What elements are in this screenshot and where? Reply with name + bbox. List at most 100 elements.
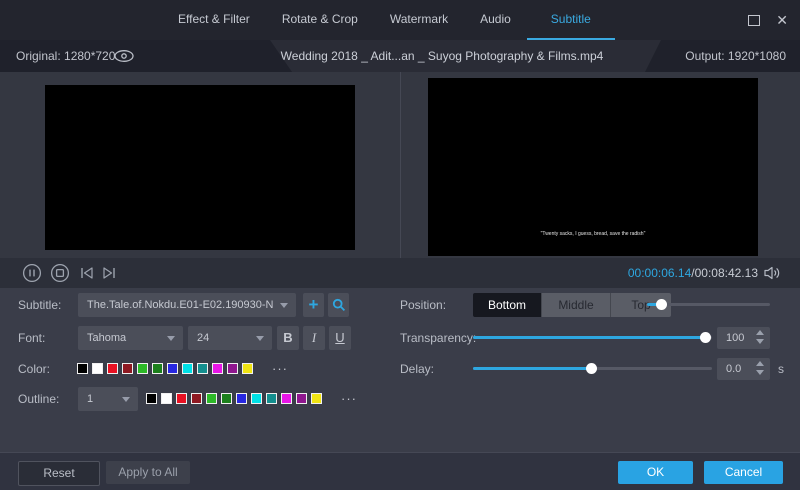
color-swatch[interactable] <box>212 363 223 374</box>
outline-size-dropdown[interactable]: 1 <box>78 387 138 411</box>
outline-size-value: 1 <box>87 387 116 411</box>
preview-divider <box>400 72 401 258</box>
current-time: 00:00:06.14 <box>628 266 691 280</box>
transparency-slider-thumb[interactable] <box>700 332 711 343</box>
color-swatch[interactable] <box>242 363 253 374</box>
window-controls: ✕ <box>748 0 788 40</box>
color-swatch[interactable] <box>191 393 202 404</box>
volume-icon[interactable] <box>763 265 781 281</box>
original-resolution-badge: Original: 1280*720 <box>0 40 292 72</box>
delay-spinner <box>756 361 764 375</box>
color-swatch[interactable] <box>182 363 193 374</box>
timecode: 00:00:06.14/00:08:42.13 <box>588 258 758 288</box>
ok-button[interactable]: OK <box>618 461 693 484</box>
pause-button-icon[interactable] <box>22 263 42 283</box>
color-swatch-row <box>77 363 253 374</box>
tab-subtitle[interactable]: Subtitle <box>527 0 615 40</box>
color-swatch[interactable] <box>227 363 238 374</box>
playback-bar: 00:00:06.14/00:08:42.13 <box>0 258 800 288</box>
delay-input[interactable]: 0.0 <box>717 358 770 380</box>
output-resolution-badge: Output: 1920*1080 <box>645 40 800 72</box>
color-swatch[interactable] <box>221 393 232 404</box>
color-swatch[interactable] <box>167 363 178 374</box>
color-swatch[interactable] <box>107 363 118 374</box>
previous-frame-icon[interactable] <box>79 266 95 280</box>
tab-watermark[interactable]: Watermark <box>374 0 464 40</box>
tab-audio[interactable]: Audio <box>464 0 527 40</box>
stop-button-icon[interactable] <box>50 263 70 283</box>
position-option-bottom[interactable]: Bottom <box>473 293 541 317</box>
delay-slider-thumb[interactable] <box>586 363 597 374</box>
font-label: Font: <box>18 326 45 350</box>
delay-slider-fill <box>473 367 592 370</box>
maximize-icon[interactable] <box>748 15 760 26</box>
color-swatch[interactable] <box>197 363 208 374</box>
tab-bar: Effect & FilterRotate & CropWatermarkAud… <box>162 0 615 40</box>
titlebar: Effect & FilterRotate & CropWatermarkAud… <box>0 0 800 40</box>
outline-swatch-row <box>146 393 322 404</box>
font-family-dropdown[interactable]: Tahoma <box>78 326 183 350</box>
transparency-value: 100 <box>726 327 744 349</box>
total-time: 00:08:42.13 <box>695 266 758 280</box>
font-size-dropdown[interactable]: 24 <box>188 326 272 350</box>
color-swatch[interactable] <box>281 393 292 404</box>
spinner-down-icon[interactable] <box>756 339 764 344</box>
delay-unit-label: s <box>778 358 784 380</box>
position-slider[interactable] <box>647 303 770 306</box>
apply-to-all-button[interactable]: Apply to All <box>106 461 190 484</box>
add-subtitle-button[interactable]: + <box>303 293 324 317</box>
color-swatch[interactable] <box>236 393 247 404</box>
font-size-value: 24 <box>197 326 250 350</box>
spinner-down-icon[interactable] <box>756 370 764 375</box>
reset-button[interactable]: Reset <box>18 461 100 486</box>
cancel-button[interactable]: Cancel <box>704 461 783 484</box>
subtitle-overlay-text: "Twenty sacks, I guess, bread, save the … <box>428 231 758 237</box>
more-outline-colors-button[interactable]: ··· <box>341 392 357 406</box>
subtitle-settings-panel: Subtitle: The.Tale.of.Nokdu.E01-E02.1909… <box>0 288 800 452</box>
plus-icon: + <box>309 295 319 314</box>
italic-button[interactable]: I <box>303 326 325 350</box>
transparency-label: Transparency: <box>400 326 476 350</box>
bold-button[interactable]: B <box>277 326 299 350</box>
chevron-down-icon <box>256 336 264 341</box>
subtitle-file-dropdown[interactable]: The.Tale.of.Nokdu.E01-E02.190930-NEXT-V.… <box>78 293 296 317</box>
delay-value: 0.0 <box>726 358 741 380</box>
subtitle-file-value: The.Tale.of.Nokdu.E01-E02.190930-NEXT-V.… <box>87 293 274 317</box>
underline-button[interactable]: U <box>329 326 351 350</box>
color-swatch[interactable] <box>161 393 172 404</box>
font-family-value: Tahoma <box>87 326 161 350</box>
color-swatch[interactable] <box>311 393 322 404</box>
tab-effect-filter[interactable]: Effect & Filter <box>162 0 266 40</box>
transparency-spinner <box>756 330 764 344</box>
position-option-middle[interactable]: Middle <box>541 293 610 317</box>
eye-icon[interactable] <box>113 49 135 63</box>
tab-rotate-crop[interactable]: Rotate & Crop <box>266 0 374 40</box>
color-swatch[interactable] <box>206 393 217 404</box>
color-swatch[interactable] <box>137 363 148 374</box>
position-slider-thumb[interactable] <box>656 299 667 310</box>
color-swatch[interactable] <box>152 363 163 374</box>
more-colors-button[interactable]: ··· <box>272 362 288 376</box>
color-swatch[interactable] <box>266 393 277 404</box>
color-swatch[interactable] <box>92 363 103 374</box>
spinner-up-icon[interactable] <box>756 330 764 335</box>
search-subtitle-button[interactable] <box>328 293 349 317</box>
info-bar: Best Cinematic Wedding 2018 _ Adit...an … <box>0 40 800 72</box>
color-swatch[interactable] <box>296 393 307 404</box>
next-frame-icon[interactable] <box>101 266 117 280</box>
spinner-up-icon[interactable] <box>756 361 764 366</box>
transparency-input[interactable]: 100 <box>717 327 770 349</box>
position-segmented-control: BottomMiddleTop <box>473 293 671 317</box>
original-resolution-label: Original: 1280*720 <box>16 40 115 72</box>
color-swatch[interactable] <box>77 363 88 374</box>
color-swatch[interactable] <box>122 363 133 374</box>
color-swatch[interactable] <box>176 393 187 404</box>
color-swatch[interactable] <box>251 393 262 404</box>
close-icon[interactable]: ✕ <box>776 13 788 27</box>
output-resolution-label: Output: 1920*1080 <box>685 40 786 72</box>
delay-slider[interactable] <box>473 367 712 370</box>
chevron-down-icon <box>280 303 288 308</box>
color-swatch[interactable] <box>146 393 157 404</box>
transparency-slider[interactable] <box>473 336 712 339</box>
original-video-pane <box>45 85 355 250</box>
